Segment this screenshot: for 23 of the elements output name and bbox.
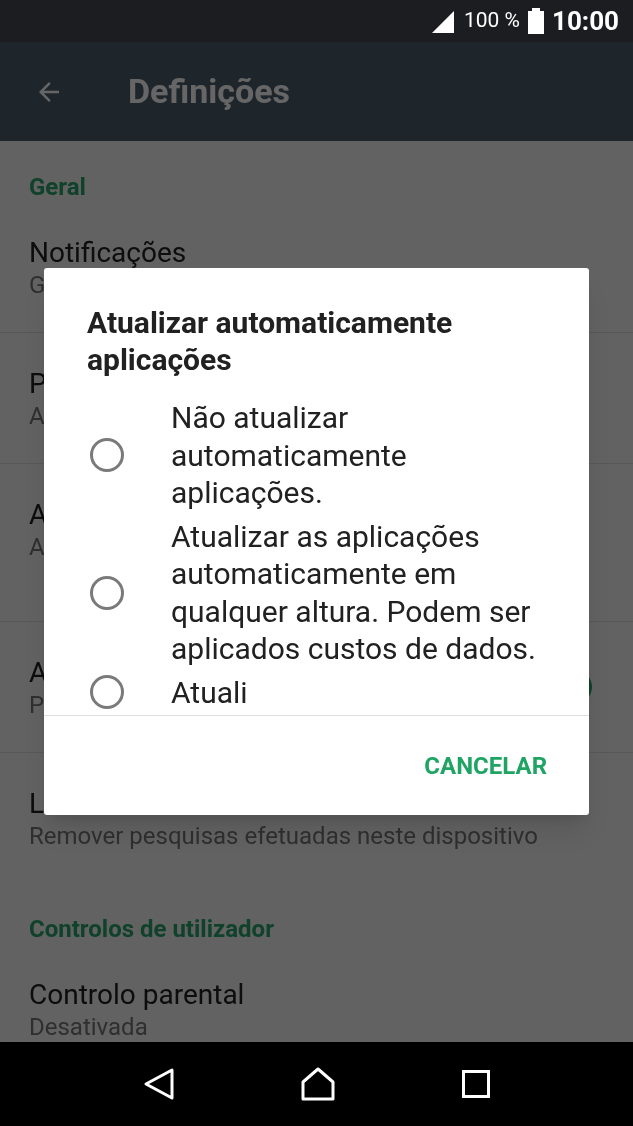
radio-button[interactable] bbox=[90, 438, 124, 473]
back-icon[interactable] bbox=[142, 1067, 175, 1101]
option-label: Atuali bbox=[171, 673, 249, 711]
signal-icon bbox=[430, 9, 456, 33]
option-label: Atualizar as aplicações automaticamente em qualquer altura. Podem ser aplicados custos de dados. bbox=[171, 517, 537, 668]
radio-button[interactable] bbox=[90, 675, 124, 710]
battery-icon bbox=[528, 8, 544, 34]
app-bar-title: Definições bbox=[128, 70, 290, 113]
clock: 10:00 bbox=[552, 4, 619, 38]
home-icon[interactable] bbox=[300, 1067, 337, 1101]
row-title: Notificações bbox=[29, 235, 187, 271]
radio-option[interactable]: Não atualizar automaticamente aplicações. bbox=[44, 399, 589, 512]
row-title: Controlo parental bbox=[29, 977, 245, 1013]
radio-button[interactable] bbox=[90, 575, 124, 610]
section-header: Controlos de utilizador bbox=[29, 914, 274, 945]
battery-percent: 100 % bbox=[464, 7, 520, 35]
option-label: Não atualizar automaticamente aplicações. bbox=[171, 399, 408, 512]
row-title: L bbox=[29, 786, 45, 822]
radio-option[interactable]: Atualizar as aplicações automaticamente em qualquer altura. Podem ser aplicados custos de dados. bbox=[44, 517, 589, 668]
section-header: Geral bbox=[29, 172, 86, 203]
dialog-title: Atualizar automaticamente aplicações bbox=[86, 304, 454, 378]
recents-icon[interactable] bbox=[462, 1070, 491, 1098]
radio-option[interactable]: Atuali bbox=[44, 673, 589, 711]
